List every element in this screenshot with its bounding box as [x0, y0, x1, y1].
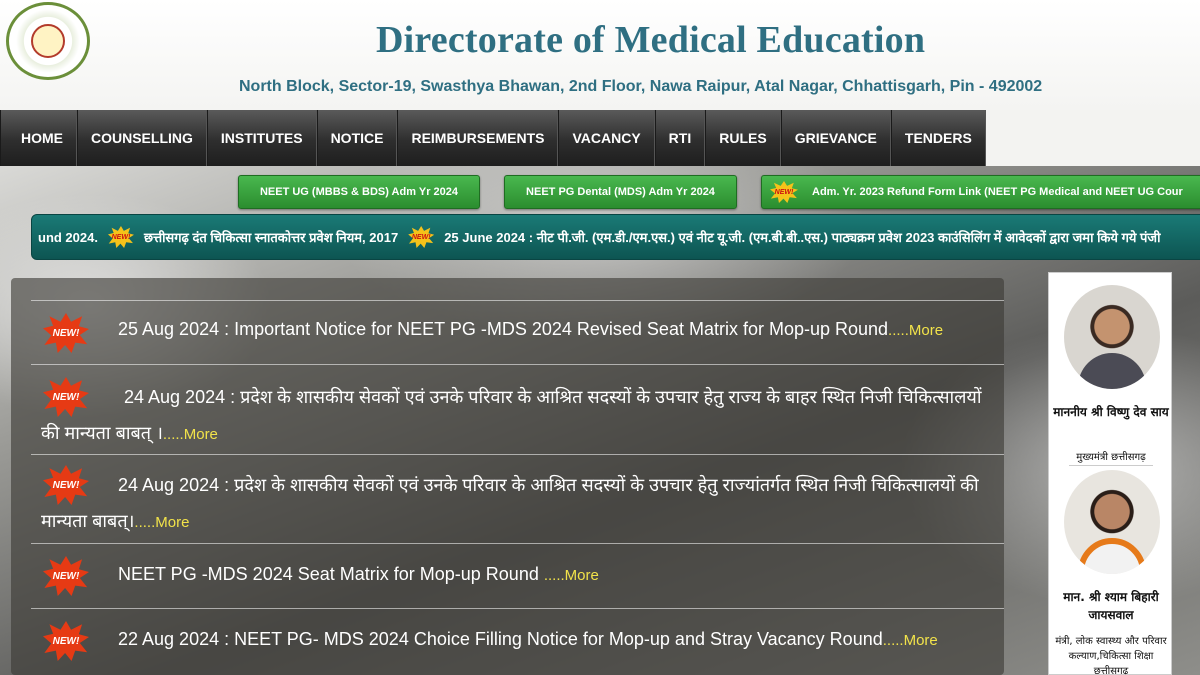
nav-tenders[interactable]: TENDERS [890, 110, 986, 166]
chief-minister-photo [1064, 285, 1160, 389]
ticker-item[interactable]: 25 June 2024 : नीट पी.जी. (एम.डी./एम.एस.… [438, 228, 1166, 246]
more-link[interactable]: .....More [544, 567, 599, 584]
ticker-item[interactable]: und 2024. [32, 230, 104, 245]
new-badge-icon: NEW! [43, 556, 89, 596]
nav-rules[interactable]: RULES [705, 110, 781, 166]
list-item: NEW! 25 Aug 2024 : Important Notice for … [31, 301, 1004, 365]
notice-text: 25 Aug 2024 : Important Notice for NEET … [118, 311, 943, 349]
new-badge-icon: NEW! [770, 181, 798, 203]
more-link[interactable]: .....More [134, 514, 189, 531]
divider [1069, 465, 1153, 466]
notice-title: NEET PG -MDS 2024 Seat Matrix for Mop-up… [118, 564, 544, 584]
photo-figure [1078, 538, 1146, 574]
nav-rti[interactable]: RTI [654, 110, 706, 166]
neet-ug-link-button[interactable]: NEET UG (MBBS & BDS) Adm Yr 2024 [238, 175, 480, 209]
notice-text: 22 Aug 2024 : NEET PG- MDS 2024 Choice F… [118, 621, 938, 659]
page-title: Directorate of Medical Education [376, 19, 926, 61]
new-badge-icon: NEW! [107, 226, 134, 248]
neet-pg-dental-link-button[interactable]: NEET PG Dental (MDS) Adm Yr 2024 [504, 175, 737, 209]
notice-title: 25 Aug 2024 : Important Notice for NEET … [118, 319, 889, 339]
health-minister-photo [1064, 470, 1160, 574]
notice-board: NEW! 25 Aug 2024 : Important Notice for … [11, 278, 1004, 675]
dignitaries-sidebar: माननीय श्री विष्णु देव साय मुख्यमंत्री छ… [1048, 272, 1172, 675]
more-link[interactable]: .....More [163, 426, 218, 443]
nav-counselling[interactable]: COUNSELLING [77, 110, 207, 166]
nav-spacer [985, 110, 1200, 166]
nav-notice[interactable]: NOTICE [316, 110, 398, 166]
new-badge-icon: NEW! [43, 313, 89, 353]
emblem-center [31, 24, 65, 58]
new-badge-icon: NEW! [408, 226, 435, 248]
nav-institutes[interactable]: INSTITUTES [206, 110, 317, 166]
refund-form-link-label: Adm. Yr. 2023 Refund Form Link (NEET PG … [812, 186, 1183, 198]
chhattisgarh-govt-emblem-icon[interactable] [6, 2, 90, 80]
person-name: माननीय श्री विष्णु देव साय [1053, 405, 1169, 419]
person-name: मान. श्री श्याम बिहारी जायसवाल [1063, 590, 1159, 622]
notice-text: NEET PG -MDS 2024 Seat Matrix for Mop-up… [118, 556, 599, 594]
news-ticker: und 2024. NEW! छत्तीसगढ़ दंत चिकित्सा स्… [31, 214, 1200, 260]
nav-vacancy[interactable]: VACANCY [558, 110, 655, 166]
notice-text: 24 Aug 2024 : प्रदेश के शासकीय सेवकों एव… [41, 379, 996, 453]
main-nav: HOME COUNSELLING INSTITUTES NOTICE REIMB… [0, 110, 1200, 166]
person-designation: मुख्यमंत्री छत्तीसगढ़ [1076, 452, 1146, 463]
office-address: North Block, Sector-19, Swasthya Bhawan,… [239, 78, 1043, 95]
refund-form-link-button[interactable]: NEW! Adm. Yr. 2023 Refund Form Link (NEE… [761, 175, 1200, 209]
nav-reimbursements[interactable]: REIMBURSEMENTS [397, 110, 559, 166]
list-item: NEW! 24 Aug 2024 : प्रदेश के शासकीय सेवक… [31, 455, 1004, 544]
notice-text: 24 Aug 2024 : प्रदेश के शासकीय सेवकों एव… [41, 467, 996, 541]
new-badge-icon: NEW! [43, 621, 89, 661]
photo-figure [1078, 353, 1146, 389]
more-link[interactable]: .....More [888, 322, 943, 339]
list-item: NEW! 22 Aug 2024 : NEET PG- MDS 2024 Cho… [31, 609, 1004, 675]
nav-grievance[interactable]: GRIEVANCE [780, 110, 891, 166]
person-designation: मंत्री, लोक स्वास्थ्य और परिवार कल्याण,च… [1055, 636, 1167, 675]
nav-home[interactable]: HOME [0, 110, 77, 166]
list-item: NEW! NEET PG -MDS 2024 Seat Matrix for M… [31, 544, 1004, 609]
more-link[interactable]: .....More [883, 632, 938, 649]
site-header: Directorate of Medical Education North B… [0, 0, 1200, 110]
list-item: NEW! 24 Aug 2024 : प्रदेश के शासकीय सेवक… [31, 365, 1004, 455]
notice-title: 22 Aug 2024 : NEET PG- MDS 2024 Choice F… [118, 629, 883, 649]
ticker-item[interactable]: छत्तीसगढ़ दंत चिकित्सा स्नातकोत्तर प्रवे… [138, 228, 404, 246]
